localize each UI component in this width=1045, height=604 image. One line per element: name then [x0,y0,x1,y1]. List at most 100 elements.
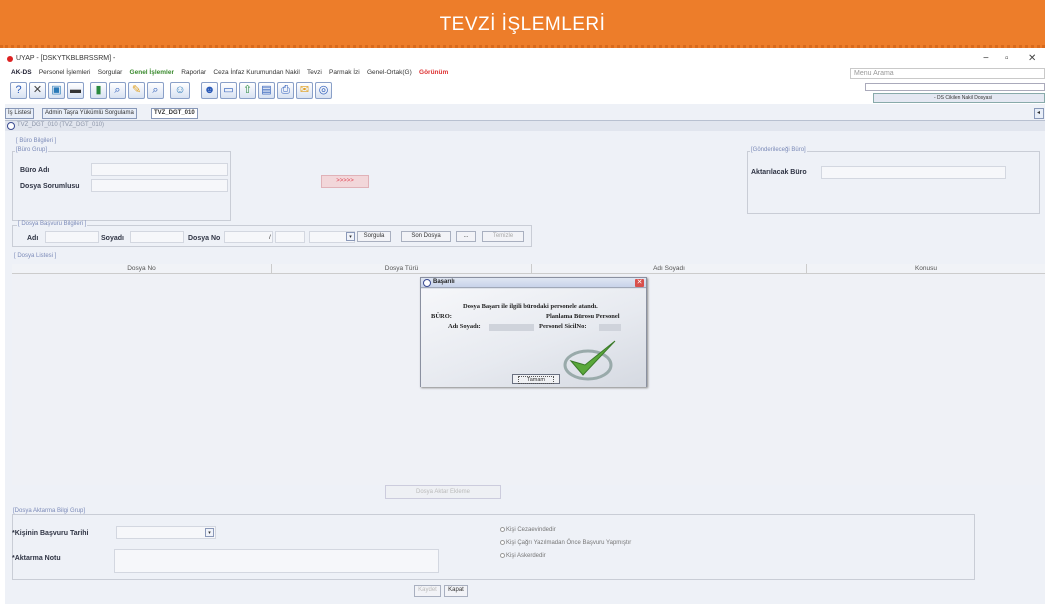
menu-search-input[interactable]: Menu Arama [850,68,1045,79]
redacted-name [489,324,534,331]
right-panel [865,83,1045,91]
list-icon[interactable]: ▬ [67,82,84,99]
person-icon[interactable]: ☻ [201,82,218,99]
basvuru-tarihi-field[interactable] [116,526,216,539]
help-icon[interactable]: ? [10,82,27,99]
menu-raporlar[interactable]: Raporlar [181,66,206,79]
tab-admin-tasra[interactable]: Admin Taşra Yükümlü Sorgulama [42,108,137,119]
kapat-button[interactable]: Kapat [444,585,468,597]
option-askerde[interactable]: Kişi Askerdedir [500,553,546,559]
document-icon[interactable]: ▤ [258,82,275,99]
dosya-sorumlusu-field[interactable] [91,179,228,192]
search-icon[interactable]: ⌕ [109,82,126,99]
buro-adi-label: Büro Adı [20,167,50,174]
book-icon[interactable]: ▮ [90,82,107,99]
target-buro-title: [Gönderileceği Büro] [750,147,807,153]
menu-parmak-izi[interactable]: Parmak İzi [329,66,360,79]
dots-button[interactable]: ... [456,231,476,242]
dosya-no-year-field[interactable] [224,231,273,243]
breadcrumb: TVZ_DGT_010 (TVZ_DGT_010) [17,122,105,128]
app-window: UYAP - [DSKYTKBLBRSSRM] - − ▫ ✕ AK-DS Pe… [5,53,1045,604]
soyadi-label: Soyadı [101,235,124,242]
table-header: Dosya No Dosya Türü Adı Soyadı Konusu [12,264,1045,274]
option-askerde-label: Kişi Askerdedir [506,553,546,560]
adi-label: Adı [27,235,39,242]
up-arrow-icon[interactable]: ⇧ [239,82,256,99]
magnifier-icon[interactable]: ⌕ [147,82,164,99]
tab-tvz-dgt-010[interactable]: TVZ_DGT_010 [151,108,198,119]
son-dosya-button[interactable]: Son Dosya [401,231,451,242]
chevron-down-icon[interactable]: ▾ [346,232,355,241]
module-icon [7,122,15,130]
close-x-icon[interactable]: ✕ [29,82,46,99]
sorgula-button[interactable]: Sorgula [357,231,391,242]
menu-sorgular[interactable]: Sorgular [98,66,123,79]
buro-group-title: [ Büro Bilgileri ] [15,138,58,144]
dosya-no-label: Dosya No [188,235,221,242]
radio-icon [500,540,505,545]
title-bar: UYAP - [DSKYTKBLBRSSRM] - − ▫ ✕ [5,53,1045,66]
menu-ak-ds[interactable]: AK-DS [11,66,32,79]
app-logo-icon [7,56,13,62]
globe-icon[interactable]: ◎ [315,82,332,99]
col-konusu[interactable]: Konusu [807,264,1045,274]
buro-subgroup-title: [Büro Grup] [15,147,49,153]
mail-icon[interactable]: ✉ [296,82,313,99]
banner-title: TEVZİ İŞLEMLERİ [439,14,606,35]
select-icon[interactable]: ▣ [48,82,65,99]
dosya-basvuru-title: [ Dosya Başvuru Bilgileri ] [17,221,88,227]
option-cezaevinde[interactable]: Kişi Cezaevindedir [500,527,556,533]
window-title: UYAP - [DSKYTKBLBRSSRM] - [16,55,116,62]
dosya-no-number-field[interactable] [275,231,305,243]
adi-field[interactable] [45,231,99,243]
slash-text: / [269,234,271,241]
tab-is-listesi[interactable]: İş Listesi [5,108,35,119]
col-adi-soyadi[interactable]: Adı Soyadı [532,264,807,274]
page-banner: TEVZİ İŞLEMLERİ [0,0,1045,48]
calendar-dropdown-icon[interactable]: ▾ [205,528,214,537]
target-buro-group [747,151,1040,214]
buro-adi-field[interactable] [91,163,228,176]
aktarma-notu-field[interactable] [114,549,439,573]
aktarma-group-title: [Dosya Aktarma Bilgi Grup] [12,508,87,514]
dialog-message: Dosya Başarı ile ilgili bürodaki persone… [463,303,598,310]
minimize-button[interactable]: − [983,53,989,64]
ok-button[interactable]: Tamam [512,374,560,384]
print-icon[interactable]: ⎙ [277,82,294,99]
pen-icon[interactable]: ✎ [128,82,145,99]
col-dosya-no[interactable]: Dosya No [12,264,272,274]
dialog-titlebar: Başarılı ✕ [421,278,646,288]
aktarilacak-buro-field[interactable] [821,166,1006,179]
option-cagri-oncesi[interactable]: Kişi Çağrı Yazılmadan Önce Başvuru Yapmı… [500,540,631,546]
user-icon[interactable]: ☺ [170,82,190,99]
temizle-button[interactable]: Temizle [482,231,524,242]
checkmark-icon [563,340,616,381]
menu-genel-ortak[interactable]: Genel-Ortak(G) [367,66,412,79]
menu-gorunum[interactable]: Görünüm [419,66,448,79]
breadcrumb-bar: TVZ_DGT_010 (TVZ_DGT_010) [5,120,1045,131]
dialog-body: Dosya Başarı ile ilgili bürodaki persone… [421,289,646,387]
aktarilacak-buro-label: Aktarılacak Büro [751,169,807,176]
card-icon[interactable]: ▭ [220,82,237,99]
dosya-listesi-title: [ Dosya Listesi ] [13,253,58,259]
dialog-sicil-label: Personel SicilNo: [539,323,587,330]
menu-genel-islemler[interactable]: Genel İşlemler [130,66,174,79]
radio-icon [500,527,505,532]
dialog-close-button[interactable]: ✕ [635,279,644,287]
menu-ceza-infaz[interactable]: Ceza İnfaz Kurumundan Nakil [213,66,299,79]
close-button[interactable]: ✕ [1028,53,1036,64]
col-dosya-turu[interactable]: Dosya Türü [272,264,532,274]
menu-personel-islemleri[interactable]: Personel İşlemleri [39,66,91,79]
restore-button[interactable]: ▫ [1005,53,1009,64]
kaydet-button[interactable]: Kaydet [414,585,441,597]
tab-nav-icon[interactable]: ◂ [1034,108,1044,119]
menu-tevzi[interactable]: Tevzi [307,66,322,79]
ok-button-label: Tamam [518,376,554,384]
transfer-button[interactable]: >>>>> [321,175,369,188]
info-icon [423,279,431,287]
soyadi-field[interactable] [130,231,184,243]
dosya-sorumlusu-label: Dosya Sorumlusu [20,183,80,190]
right-select[interactable]: - DS Cikilen Nakil Dosyasi [873,93,1045,103]
dosya-aktar-ekleme-button[interactable]: Dosya Aktar Ekleme [385,485,501,499]
success-dialog: Başarılı ✕ Dosya Başarı ile ilgili bürod… [420,277,647,387]
